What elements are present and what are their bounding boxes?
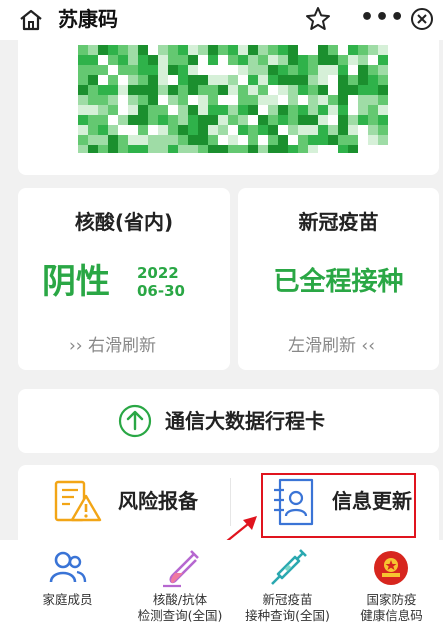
test-tube-icon bbox=[163, 550, 199, 588]
tab-family-line1: 家庭成员 bbox=[42, 592, 93, 607]
tab-family-label: 家庭成员 bbox=[20, 592, 115, 608]
close-icon[interactable] bbox=[410, 7, 434, 31]
risk-report-button[interactable]: 风险报备 bbox=[118, 486, 198, 516]
qr-code-card bbox=[18, 40, 439, 175]
swipe-right-refresh[interactable]: ›› 右滑刷新 bbox=[69, 334, 156, 358]
tab-national-code-label: 国家防疫 健康信息码 bbox=[340, 592, 443, 624]
tab-nucleic-line1: 核酸/抗体 bbox=[152, 592, 208, 607]
family-icon bbox=[49, 551, 87, 583]
page-title: 苏康码 bbox=[58, 7, 118, 31]
annotation-highlight-box bbox=[261, 473, 416, 538]
nucleic-year: 2022 bbox=[137, 264, 179, 282]
syringe-icon bbox=[271, 549, 307, 585]
qr-code-mosaic bbox=[78, 45, 388, 153]
top-bar: 苏康码 ••• bbox=[0, 0, 443, 40]
trip-card-label: 通信大数据行程卡 bbox=[165, 409, 325, 433]
arrow-up-circle-icon bbox=[118, 404, 152, 438]
tab-vaccine-query[interactable]: 新冠疫苗 接种查询(全国) bbox=[235, 540, 340, 632]
tab-vaccine-line2: 接种查询(全国) bbox=[245, 608, 330, 623]
risk-report-icon bbox=[54, 480, 102, 522]
tab-national-line2: 健康信息码 bbox=[360, 608, 423, 623]
tab-national-health-code[interactable]: 国家防疫 健康信息码 bbox=[340, 540, 443, 632]
vaccine-title: 新冠疫苗 bbox=[298, 210, 379, 234]
tab-nucleic-antibody-query[interactable]: 核酸/抗体 检测查询(全国) bbox=[125, 540, 235, 632]
tab-vaccine-label: 新冠疫苗 接种查询(全国) bbox=[235, 592, 340, 624]
nucleic-result: 阴性 bbox=[42, 262, 110, 302]
national-emblem-icon bbox=[374, 551, 408, 585]
nucleic-day: 06-30 bbox=[137, 282, 185, 300]
bottom-service-bar: 家庭成员 核酸/抗体 检测查询(全国) 新冠疫苗 接种查询(全国) 国家防疫 健… bbox=[0, 540, 443, 632]
tab-vaccine-line1: 新冠疫苗 bbox=[262, 592, 313, 607]
nucleic-title: 核酸(省内) bbox=[74, 210, 174, 234]
tab-nucleic-line2: 检测查询(全国) bbox=[137, 608, 223, 623]
vaccine-status: 已全程接种 bbox=[273, 267, 404, 297]
star-icon[interactable] bbox=[305, 6, 331, 32]
tab-nucleic-label: 核酸/抗体 检测查询(全国) bbox=[125, 592, 235, 624]
tab-family-members[interactable]: 家庭成员 bbox=[20, 540, 115, 632]
more-icon[interactable]: ••• bbox=[360, 5, 405, 31]
swipe-left-refresh[interactable]: 左滑刷新 ‹‹ bbox=[288, 334, 375, 358]
home-icon[interactable] bbox=[18, 8, 44, 32]
nucleic-date: 2022 06-30 bbox=[137, 264, 185, 300]
tab-national-line1: 国家防疫 bbox=[366, 592, 417, 607]
